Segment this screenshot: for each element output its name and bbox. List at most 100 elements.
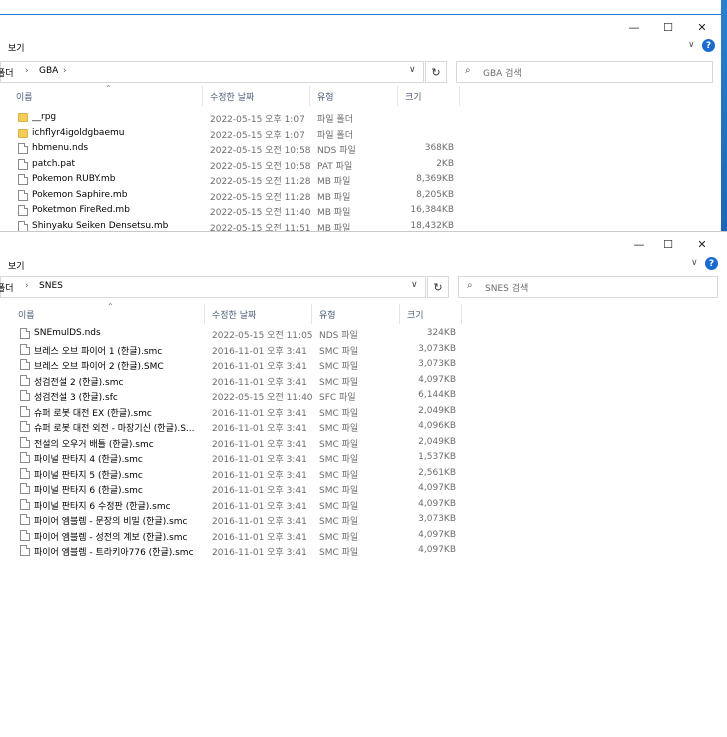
file-type: SMC 파일 — [319, 486, 359, 496]
breadcrumb-current[interactable]: GBA — [39, 66, 58, 76]
close-button[interactable]: ✕ — [685, 232, 719, 256]
file-icon — [20, 529, 30, 541]
file-icon — [18, 189, 28, 201]
column-divider[interactable] — [202, 86, 203, 106]
search-icon: ⌕ — [465, 65, 471, 76]
file-row[interactable]: 파이널 판타지 4 (한글).smc 2016-11-01 오후 3:41 SMC … — [0, 450, 727, 466]
header-type[interactable]: 유형 — [319, 308, 336, 321]
address-bar[interactable]: 폴더 › GBA › ∨ — [0, 61, 424, 83]
file-row[interactable]: Pokemon RUBY.mb 2022-05-15 오전 11:28 MB 파일 8… — [0, 172, 721, 188]
header-size[interactable]: 크기 — [405, 90, 422, 103]
file-icon — [20, 390, 30, 401]
refresh-button[interactable]: ↻ — [425, 61, 447, 83]
file-name: hbmenu.nds — [32, 143, 89, 153]
file-size: 1,537KB — [418, 452, 456, 462]
breadcrumb-chevron-icon[interactable]: › — [63, 66, 67, 76]
file-date: 2016-11-01 오후 3:41 — [212, 455, 307, 465]
file-row[interactable]: 성검전설 3 (한글).sfc 2022-05-15 오전 11:40 SFC 파일… — [0, 388, 727, 404]
file-name: Poketmon FireRed.mb — [32, 205, 130, 215]
file-row[interactable]: 전설의 오우거 배틀 (한글).smc 2016-11-01 오후 3:41 SMC… — [0, 435, 727, 451]
maximize-button[interactable]: ☐ — [651, 232, 685, 256]
search-box[interactable]: ⌕ GBA 검색 — [456, 61, 713, 83]
column-divider[interactable] — [397, 86, 398, 106]
title-bar[interactable]: — ☐ ✕ — [0, 232, 727, 256]
file-row[interactable]: 파이널 판타지 5 (한글).smc 2016-11-01 오후 3:41 SMC … — [0, 466, 727, 482]
ribbon-expand-icon[interactable]: ∨ — [688, 40, 695, 50]
breadcrumb-parent[interactable]: 폴더 — [0, 66, 14, 79]
column-divider[interactable] — [461, 304, 462, 324]
help-icon[interactable]: ? — [702, 39, 715, 52]
file-row[interactable]: SNEmulDS.nds 2022-05-15 오전 11:05 NDS 파일 324… — [0, 326, 727, 342]
file-row[interactable]: 파이어 엠블렘 - 문장의 비밀 (한글).smc 2016-11-01 오후 3… — [0, 512, 727, 528]
search-box[interactable]: ⌕ SNES 검색 — [458, 276, 718, 298]
column-divider[interactable] — [309, 86, 310, 106]
maximize-button[interactable]: ☐ — [651, 15, 685, 39]
file-row[interactable]: 브레스 오브 파이어 2 (한글).SMC 2016-11-01 오후 3:41 S… — [0, 357, 727, 373]
address-dropdown-icon[interactable]: ∨ — [409, 65, 416, 75]
minimize-button[interactable]: — — [617, 15, 651, 39]
view-tab[interactable]: 보기 — [8, 41, 25, 54]
file-date: 2016-11-01 오후 3:41 — [212, 532, 307, 543]
title-bar[interactable]: — ☐ ✕ — [0, 15, 721, 39]
header-name[interactable]: 이름 — [16, 90, 33, 103]
file-row[interactable]: Pokemon Saphire.mb 2022-05-15 오전 11:28 MB … — [0, 188, 721, 204]
file-row[interactable]: 파이어 엠블렘 - 트라키아776 (한글).smc 2016-11-01 오후 … — [0, 543, 727, 559]
file-row[interactable]: Poketmon FireRed.mb 2022-05-15 오전 11:40 MB… — [0, 203, 721, 219]
file-date: 2022-05-15 오전 11:40 — [212, 393, 313, 403]
file-icon — [18, 205, 28, 216]
header-name[interactable]: 이름 — [18, 308, 35, 321]
column-divider[interactable] — [399, 304, 400, 324]
file-row[interactable]: 파이어 엠블렘 - 성전의 계보 (한글).smc 2016-11-01 오후 3… — [0, 528, 727, 544]
file-row[interactable]: 브레스 오브 파이어 1 (한글).smc 2016-11-01 오후 3:41 S… — [0, 342, 727, 358]
file-row[interactable]: 슈퍼 로봇 대전 외전 - 마장기신 (한글).S... 2016-11-01 오… — [0, 419, 727, 435]
breadcrumb-parent[interactable]: 폴더 — [0, 281, 14, 294]
file-date: 2016-11-01 오후 3:41 — [212, 362, 307, 372]
file-type: SMC 파일 — [319, 455, 359, 465]
column-divider[interactable] — [204, 304, 205, 324]
file-type: 파일 폴더 — [317, 130, 353, 141]
file-type: PAT 파일 — [317, 161, 353, 172]
file-type: SMC 파일 — [319, 362, 359, 372]
file-size: 2,049KB — [418, 405, 456, 416]
file-name: patch.pat — [32, 158, 76, 169]
close-button[interactable]: ✕ — [685, 15, 719, 39]
file-icon — [20, 483, 30, 494]
file-icon — [20, 405, 30, 417]
column-divider[interactable] — [459, 86, 460, 106]
file-type: SMC 파일 — [319, 346, 359, 357]
file-row[interactable]: 성검전설 2 (한글).smc 2016-11-01 오후 3:41 SMC 파일 4… — [0, 373, 727, 389]
gba-explorer-window: — ☐ ✕ 보기 ∨ ? 폴더 › GBA › ∨ ↻ ⌕ GBA 검색 ⌃ 이… — [0, 14, 721, 233]
file-icon — [20, 421, 30, 432]
file-row[interactable]: __rpg 2022-05-15 오후 1:07 파일 폴더 — [0, 110, 721, 126]
file-row[interactable]: ichflyr4igoldgbaemu 2022-05-15 오후 1:07 파일 … — [0, 126, 721, 142]
address-bar[interactable]: 폴더 › SNES ∨ — [0, 276, 426, 298]
file-size: 3,073KB — [418, 359, 456, 369]
file-icon — [20, 374, 30, 386]
file-row[interactable]: 파이널 판타지 6 (한글).smc 2016-11-01 오후 3:41 SMC … — [0, 481, 727, 497]
file-icon — [20, 359, 30, 370]
file-size: 16,384KB — [410, 205, 454, 215]
file-row[interactable]: 슈퍼 로봇 대전 EX (한글).smc 2016-11-01 오후 3:41 SM… — [0, 404, 727, 420]
address-dropdown-icon[interactable]: ∨ — [411, 280, 418, 290]
file-size: 4,097KB — [418, 545, 456, 555]
breadcrumb-current[interactable]: SNES — [39, 281, 63, 291]
ribbon-expand-icon[interactable]: ∨ — [691, 258, 698, 268]
refresh-button[interactable]: ↻ — [427, 276, 449, 298]
header-size[interactable]: 크기 — [407, 308, 424, 321]
help-icon[interactable]: ? — [705, 257, 718, 270]
header-date[interactable]: 수정한 날짜 — [210, 90, 254, 103]
header-date[interactable]: 수정한 날짜 — [212, 308, 256, 321]
view-tab[interactable]: 보기 — [8, 259, 25, 272]
file-date: 2016-11-01 오후 3:41 — [212, 501, 307, 512]
file-row[interactable]: hbmenu.nds 2022-05-15 오전 10:58 NDS 파일 368KB — [0, 141, 721, 157]
file-row[interactable]: patch.pat 2022-05-15 오전 10:58 PAT 파일 2KB — [0, 157, 721, 173]
file-size: 4,097KB — [418, 498, 456, 509]
file-icon — [20, 467, 30, 479]
file-icon — [20, 452, 30, 463]
file-date: 2016-11-01 오후 3:41 — [212, 439, 307, 450]
column-divider[interactable] — [311, 304, 312, 324]
header-type[interactable]: 유형 — [317, 90, 334, 103]
file-type: SMC 파일 — [319, 439, 359, 450]
file-row[interactable]: 파이널 판타지 6 수정판 (한글).smc 2016-11-01 오후 3:41… — [0, 497, 727, 513]
file-name: Shinyaku Seiken Densetsu.mb — [32, 220, 169, 231]
